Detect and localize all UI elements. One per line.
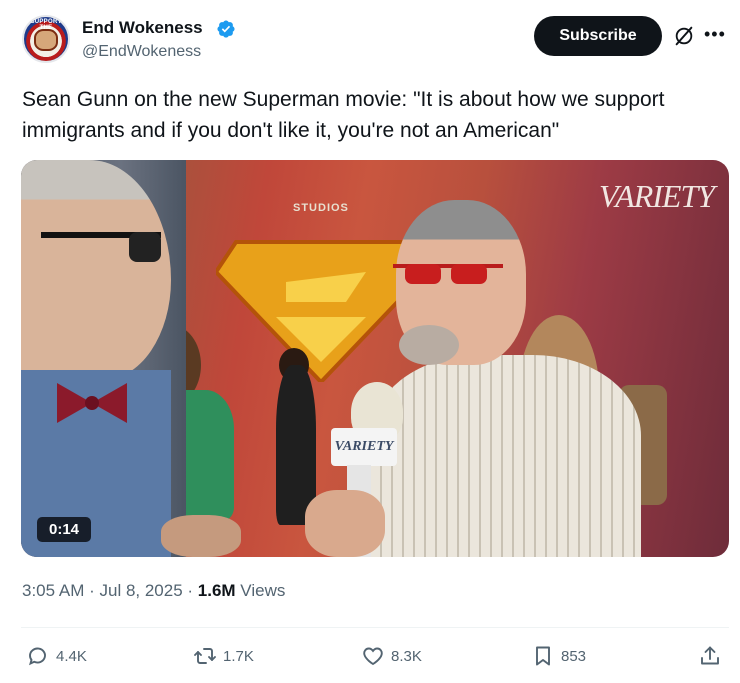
verified-badge-icon [217, 20, 235, 38]
grok-icon[interactable] [673, 25, 695, 47]
author-avatar[interactable]: SUPPORT THE [22, 15, 70, 63]
interviewee-red-sunglasses [393, 264, 503, 284]
like-button[interactable]: 8.3K [361, 643, 422, 669]
meta-separator: · [182, 581, 198, 600]
tweet-time[interactable]: 3:05 AM [22, 581, 84, 600]
dc-studios-logo: STUDIOS [293, 202, 349, 214]
interviewer-glasses [41, 232, 161, 262]
reply-icon [29, 647, 46, 666]
bg-hand [161, 515, 241, 557]
like-count: 8.3K [391, 647, 422, 665]
meta-separator: · [84, 581, 100, 600]
subscribe-button[interactable]: Subscribe [534, 16, 662, 56]
interviewer-hand [305, 490, 385, 557]
views-count: 1.6M [197, 581, 236, 600]
divider [21, 627, 729, 628]
interviewer-bowtie [57, 383, 127, 423]
repost-button[interactable]: 1.7K [193, 643, 254, 669]
tweet-meta: 3:05 AM · Jul 8, 2025 · 1.6M Views [22, 581, 285, 601]
avatar-mascot [34, 29, 58, 51]
repost-icon [194, 648, 216, 664]
reply-count: 4.4K [56, 647, 87, 665]
tweet-date[interactable]: Jul 8, 2025 [99, 581, 182, 600]
share-icon [701, 646, 719, 665]
bookmark-button[interactable]: 853 [531, 643, 586, 669]
superman-shield-logo [216, 240, 426, 382]
interviewee-striped-shirt [371, 355, 641, 557]
more-options-icon[interactable]: ••• [704, 24, 726, 45]
share-button[interactable] [698, 643, 722, 669]
video-duration-badge: 0:14 [37, 517, 91, 542]
bookmark-icon [536, 646, 550, 666]
microphone-flag: VARIETY [331, 428, 397, 466]
tweet-text: Sean Gunn on the new Superman movie: "It… [22, 88, 665, 142]
variety-watermark: VARIETY [599, 178, 715, 214]
bookmark-count: 853 [561, 647, 587, 665]
interviewee-beard [399, 325, 459, 365]
views-label: Views [235, 581, 286, 600]
author-display-name[interactable]: End Wokeness [82, 18, 203, 38]
heart-icon [363, 647, 383, 666]
reply-button[interactable]: 4.4K [26, 643, 87, 669]
author-handle[interactable]: @EndWokeness [82, 43, 201, 61]
repost-count: 1.7K [223, 647, 254, 665]
video-player[interactable]: STUDIOS VARIETY VARIETY [21, 160, 729, 557]
